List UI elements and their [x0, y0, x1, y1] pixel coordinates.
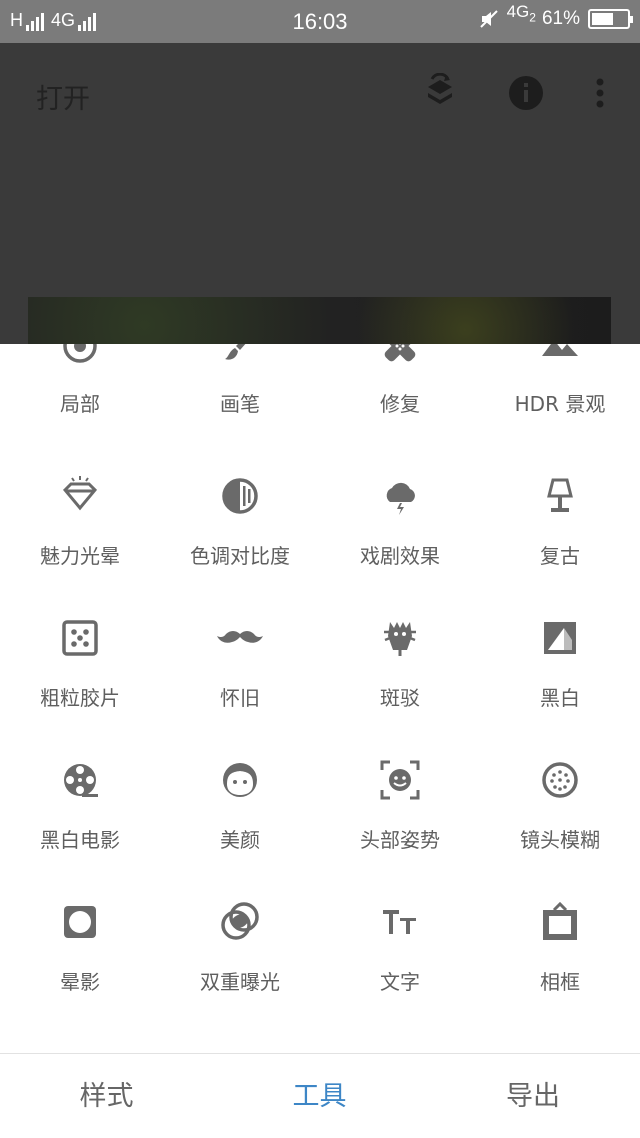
tool-label: 镜头模糊 — [520, 828, 600, 852]
tool-brush[interactable]: 画笔 — [160, 344, 320, 432]
tool-drama[interactable]: 戏剧效果 — [320, 432, 480, 574]
tonal-contrast-icon — [222, 478, 258, 514]
tool-lens-blur[interactable]: 镜头模糊 — [480, 716, 640, 858]
tool-label: 双重曝光 — [200, 970, 280, 994]
app-bar: 打开 — [0, 43, 640, 344]
head-pose-icon — [380, 760, 420, 800]
mustache-icon — [217, 631, 263, 643]
tool-grunge[interactable]: 斑驳 — [320, 574, 480, 716]
tab-export[interactable]: 导出 — [426, 1054, 640, 1138]
tool-vignette[interactable]: 晕影 — [0, 858, 160, 1000]
vintage-lamp-icon — [547, 478, 573, 512]
battery-icon — [588, 9, 633, 30]
tool-label: 局部 — [60, 392, 100, 416]
grunge-icon — [384, 622, 416, 656]
double-exposure-icon — [221, 902, 259, 940]
tool-label: 粗粒胶片 — [40, 686, 120, 710]
tool-portrait[interactable]: 美颜 — [160, 716, 320, 858]
tool-label: 怀旧 — [220, 686, 260, 710]
tab-tools[interactable]: 工具 — [213, 1054, 426, 1138]
tool-label: 黑白电影 — [40, 828, 120, 852]
hdr-landscape-icon — [542, 344, 578, 356]
tool-label: 戏剧效果 — [360, 544, 440, 568]
tool-black-white[interactable]: 黑白 — [480, 574, 640, 716]
tool-label: 黑白 — [540, 686, 580, 710]
grainy-film-icon — [62, 620, 98, 656]
tool-label: 美颜 — [220, 828, 260, 852]
lens-blur-icon — [542, 762, 578, 798]
tool-label: HDR 景观 — [514, 392, 606, 416]
tool-retrolux[interactable]: 怀旧 — [160, 574, 320, 716]
tool-glamour-glow[interactable]: 魅力光晕 — [0, 432, 160, 574]
glamour-glow-icon — [62, 476, 98, 511]
tab-styles[interactable]: 样式 — [0, 1054, 213, 1138]
tool-hdr-landscape[interactable]: HDR 景观 — [480, 344, 640, 432]
photo-preview — [28, 297, 611, 344]
tool-label: 画笔 — [220, 392, 260, 416]
tool-label: 复古 — [540, 544, 580, 568]
brush-icon — [225, 344, 246, 360]
tools-sheet: 局部 画笔 修复 HDR 景观 魅力光晕 色调对比度 戏剧效果 复古 粗粒胶片 … — [0, 344, 640, 1053]
tool-tonal-contrast[interactable]: 色调对比度 — [160, 432, 320, 574]
tool-label: 斑驳 — [380, 686, 420, 710]
tool-label: 相框 — [540, 970, 580, 994]
tool-noir[interactable]: 黑白电影 — [0, 716, 160, 858]
status-bar: H 4G 16:03 4G2 61% — [0, 0, 640, 43]
status-right: 4G2 61% — [479, 2, 633, 30]
tool-grainy-film[interactable]: 粗粒胶片 — [0, 574, 160, 716]
black-white-icon — [544, 622, 576, 654]
drama-icon — [386, 482, 415, 515]
healing-icon — [384, 344, 416, 362]
battery-percent: 61% — [541, 8, 580, 30]
layers-undo-icon[interactable] — [420, 73, 460, 113]
noir-film-reel-icon — [64, 764, 98, 797]
tool-frames[interactable]: 相框 — [480, 858, 640, 1000]
tool-healing[interactable]: 修复 — [320, 344, 480, 432]
info-icon[interactable] — [506, 73, 546, 113]
tool-label: 魅力光晕 — [40, 544, 120, 568]
vignette-icon — [64, 906, 96, 938]
tool-label: 色调对比度 — [190, 544, 290, 568]
tool-head-pose[interactable]: 头部姿势 — [320, 716, 480, 858]
text-icon — [383, 910, 416, 934]
bottom-nav: 样式 工具 导出 — [0, 1053, 640, 1138]
tool-label: 文字 — [380, 970, 420, 994]
more-vert-icon[interactable] — [582, 73, 618, 113]
tool-vintage[interactable]: 复古 — [480, 432, 640, 574]
tool-selective[interactable]: 局部 — [0, 344, 160, 432]
selective-icon — [63, 344, 97, 363]
mute-icon — [479, 10, 498, 28]
tool-label: 晕影 — [60, 970, 100, 994]
face-icon — [223, 763, 257, 797]
tool-label: 修复 — [380, 392, 420, 416]
open-title[interactable]: 打开 — [36, 77, 90, 116]
tool-label: 头部姿势 — [360, 828, 440, 852]
frames-icon — [543, 902, 577, 940]
network-4g-right: 4G2 — [506, 2, 536, 25]
tool-double-exposure[interactable]: 双重曝光 — [160, 858, 320, 1000]
tool-text[interactable]: 文字 — [320, 858, 480, 1000]
